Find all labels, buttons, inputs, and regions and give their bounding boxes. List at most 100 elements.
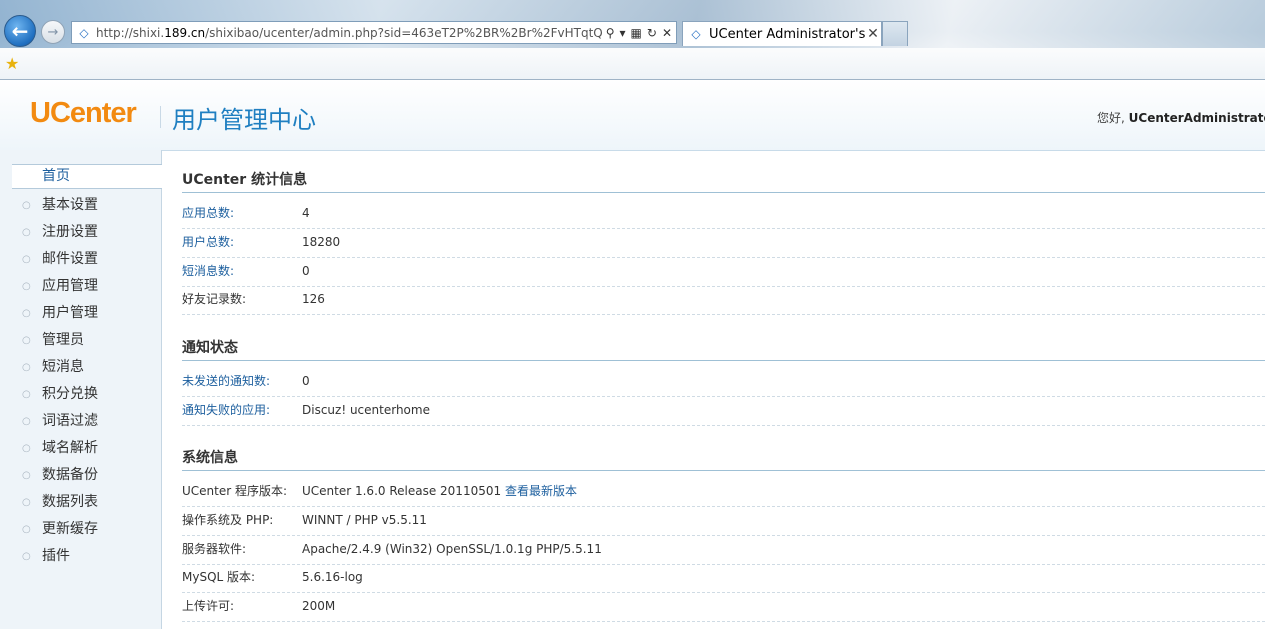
system-key: 上传许可: xyxy=(182,599,235,613)
stat-value: 18280 xyxy=(302,235,341,249)
bullet-icon: ○ xyxy=(22,524,31,535)
check-latest-version-link[interactable]: 查看最新版本 xyxy=(505,484,577,498)
sidebar-item-label: 短消息 xyxy=(42,359,84,375)
bullet-icon: ○ xyxy=(22,227,31,238)
sidebar-item-domain-resolution[interactable]: ○ 域名解析 xyxy=(12,435,162,462)
sidebar-item-data-list[interactable]: ○ 数据列表 xyxy=(12,489,162,516)
version-text: UCenter 1.6.0 Release 20110501 xyxy=(302,484,502,498)
new-tab-button[interactable] xyxy=(882,21,908,46)
sidebar-item-label: 插件 xyxy=(42,548,70,564)
bullet-icon: ○ xyxy=(22,443,31,454)
sidebar-item-update-cache[interactable]: ○ 更新缓存 xyxy=(12,516,162,543)
sidebar-item-app-management[interactable]: ○ 应用管理 xyxy=(12,273,162,300)
notify-key: 未发送的通知数: xyxy=(182,374,271,388)
bullet-icon: ○ xyxy=(22,389,31,400)
sidebar-item-plugins[interactable]: ○ 插件 xyxy=(12,543,162,570)
system-value: Apache/2.4.9 (Win32) OpenSSL/1.0.1g PHP/… xyxy=(302,542,602,556)
notify-value: Discuz! ucenterhome xyxy=(302,403,430,417)
sidebar-item-label: 词语过滤 xyxy=(42,413,98,429)
stat-key: 短消息数: xyxy=(182,264,235,278)
compatibility-icon[interactable]: ▦ xyxy=(631,26,642,40)
sidebar-item-label: 应用管理 xyxy=(42,278,98,294)
system-value: UCenter 1.6.0 Release 20110501 查看最新版本 xyxy=(302,477,577,506)
sidebar-item-label: 管理员 xyxy=(42,332,84,348)
sidebar-item-label: 注册设置 xyxy=(42,224,98,240)
bullet-icon: ○ xyxy=(22,308,31,319)
logo-divider xyxy=(160,106,161,128)
sidebar-item-word-filter[interactable]: ○ 词语过滤 xyxy=(12,408,162,435)
sidebar-item-label: 用户管理 xyxy=(42,305,98,321)
bullet-icon: ○ xyxy=(22,470,31,481)
notify-value: 0 xyxy=(302,374,310,388)
sidebar-item-label: 数据列表 xyxy=(42,494,98,510)
system-key: 服务器软件: xyxy=(182,542,247,556)
sidebar-item-label: 首页 xyxy=(42,168,70,184)
sidebar-menu: ○首页 ○基本设置 ○注册设置 ○邮件设置 ○应用管理 ○用户管理 ○管理员 ○… xyxy=(12,164,162,570)
table-row: MySQL 版本: 5.6.16-log xyxy=(182,563,1265,593)
username: UCenterAdministrator xyxy=(1128,111,1265,125)
system-value: 200M xyxy=(302,599,336,613)
sidebar-item-data-backup[interactable]: ○ 数据备份 xyxy=(12,462,162,489)
refresh-icon[interactable]: ↻ xyxy=(647,26,657,40)
address-bar[interactable]: ◇ http://shixi.189.cn/shixibao/ucenter/a… xyxy=(71,21,677,44)
favorites-bar: ★ xyxy=(0,48,1265,80)
sidebar-item-home[interactable]: ○首页 xyxy=(12,164,162,189)
sidebar-item-mail-settings[interactable]: ○ 邮件设置 xyxy=(12,246,162,273)
system-key: UCenter 程序版本: xyxy=(182,484,288,498)
sidebar-item-register-settings[interactable]: ○ 注册设置 xyxy=(12,219,162,246)
browser-tab[interactable]: ◇ UCenter Administrator's ... ✕ xyxy=(682,21,882,46)
table-row: 应用总数: 4 xyxy=(182,199,1265,229)
sidebar-item-basic-settings[interactable]: ○ 基本设置 xyxy=(12,192,162,219)
sidebar-item-label: 邮件设置 xyxy=(42,251,98,267)
table-row: 上传许可: 200M xyxy=(182,592,1265,622)
url-domain: 189.cn xyxy=(164,25,206,40)
favorites-star-icon[interactable]: ★ xyxy=(5,54,19,73)
bullet-icon: ○ xyxy=(22,200,31,211)
sidebar-item-credit-exchange[interactable]: ○ 积分兑换 xyxy=(12,381,162,408)
table-row: 未发送的通知数: 0 xyxy=(182,367,1265,397)
bullet-icon: ○ xyxy=(22,281,31,292)
sidebar-item-label: 积分兑换 xyxy=(42,386,98,402)
close-tab-icon[interactable]: ✕ xyxy=(865,26,881,42)
bullet-icon: ○ xyxy=(22,362,31,373)
page-title: 用户管理中心 xyxy=(172,106,316,134)
table-row: 通知失败的应用: Discuz! ucenterhome xyxy=(182,396,1265,426)
system-value: 5.6.16-log xyxy=(302,570,363,584)
stat-value: 4 xyxy=(302,206,310,220)
bullet-icon: ○ xyxy=(22,497,31,508)
stat-key: 应用总数: xyxy=(182,206,235,220)
tab-page-icon: ◇ xyxy=(691,27,701,41)
sidebar-item-user-management[interactable]: ○ 用户管理 xyxy=(12,300,162,327)
sidebar-item-label: 更新缓存 xyxy=(42,521,98,537)
dropdown-icon[interactable]: ▾ xyxy=(620,26,626,40)
sidebar-item-messages[interactable]: ○ 短消息 xyxy=(12,354,162,381)
ucenter-logo: UCenter xyxy=(30,97,137,129)
arrow-right-icon: → xyxy=(47,24,59,40)
address-url[interactable]: http://shixi.189.cn/shixibao/ucenter/adm… xyxy=(96,26,602,40)
table-row: 操作系统及 PHP: WINNT / PHP v5.5.11 xyxy=(182,506,1265,536)
table-row: 好友记录数: 126 xyxy=(182,285,1265,315)
search-icon[interactable]: ⚲ xyxy=(606,26,615,40)
system-key: 操作系统及 PHP: xyxy=(182,513,274,527)
bullet-icon: ○ xyxy=(22,335,31,346)
sidebar-item-administrators[interactable]: ○ 管理员 xyxy=(12,327,162,354)
sidebar-item-label: 域名解析 xyxy=(42,440,98,456)
page-icon: ◇ xyxy=(79,25,89,40)
back-button[interactable]: ← xyxy=(4,15,36,47)
stop-icon[interactable]: ✕ xyxy=(662,26,672,40)
stat-key: 用户总数: xyxy=(182,235,235,249)
table-row: UCenter 程序版本: UCenter 1.6.0 Release 20110… xyxy=(182,477,1265,507)
arrow-left-icon: ← xyxy=(11,19,29,43)
forward-button[interactable]: → xyxy=(41,20,65,44)
stat-value: 0 xyxy=(302,264,310,278)
notify-section-title: 通知状态 xyxy=(182,336,1265,361)
browser-chrome: ← → ◇ http://shixi.189.cn/shixibao/ucent… xyxy=(0,0,1265,80)
url-prefix: http://shixi. xyxy=(96,25,165,40)
greeting-prefix: 您好, xyxy=(1097,111,1129,125)
bullet-icon: ○ xyxy=(22,416,31,427)
ucenter-header: UCenter 用户管理中心 您好, UCenterAdministrator xyxy=(0,80,1265,151)
system-key: MySQL 版本: xyxy=(182,570,256,584)
stat-key: 好友记录数: xyxy=(182,292,247,306)
table-row: 用户总数: 18280 xyxy=(182,228,1265,258)
stats-section-title: UCenter 统计信息 xyxy=(182,168,1265,193)
